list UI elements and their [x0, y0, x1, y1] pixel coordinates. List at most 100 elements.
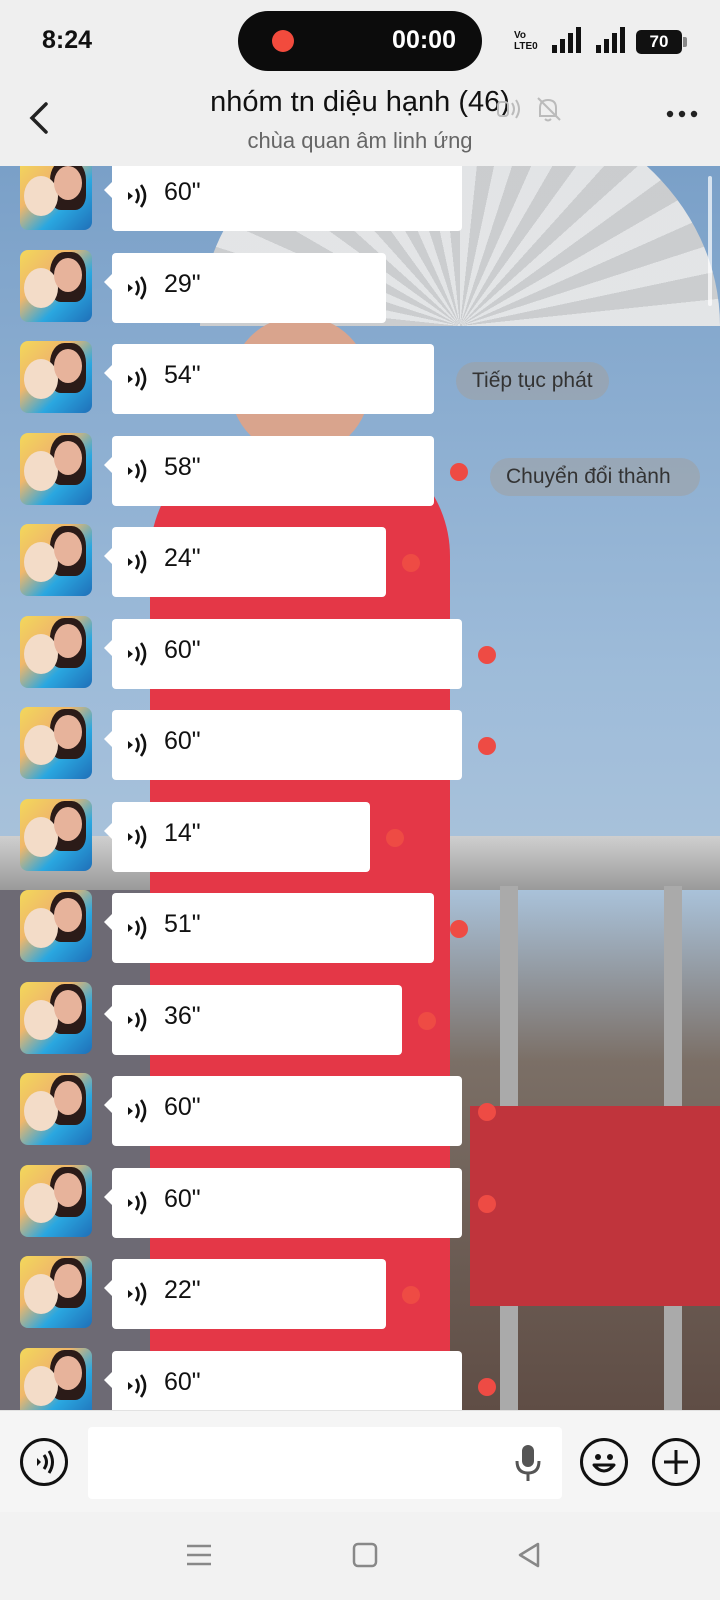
- voice-play-icon: [128, 1007, 147, 1032]
- voice-play-icon: [128, 458, 147, 483]
- recording-dot-icon: [272, 30, 294, 52]
- menu-lines-icon: [187, 1544, 211, 1566]
- voice-message-bubble[interactable]: 54": [104, 344, 434, 414]
- voice-duration: 29": [164, 269, 201, 298]
- more-options-button[interactable]: [664, 96, 700, 141]
- voice-duration: 24": [164, 544, 201, 572]
- chat-header: nhóm tn diệu hạnh (46) chùa quan âm linh…: [0, 82, 720, 166]
- message-input[interactable]: [88, 1427, 562, 1499]
- voice-duration: 36": [164, 1001, 201, 1030]
- voice-message-row: 60": [0, 1346, 720, 1410]
- avatar[interactable]: [20, 615, 92, 688]
- voice-message-row: 60": [0, 1163, 720, 1239]
- voice-wave-icon: [37, 1450, 54, 1474]
- screen-recorder-pill[interactable]: 00:00: [238, 11, 482, 71]
- mute-bell-icon: [537, 97, 561, 122]
- voice-message-bubble[interactable]: 60": [104, 618, 462, 689]
- voice-play-icon: [128, 184, 147, 208]
- voice-play-icon: [128, 916, 147, 940]
- avatar[interactable]: [20, 341, 92, 413]
- voice-message-row: 29": [0, 248, 720, 324]
- voice-duration: 51": [164, 910, 201, 938]
- back-nav-button[interactable]: [514, 1540, 544, 1570]
- group-subtitle: chùa quan âm linh ứng: [247, 128, 473, 153]
- avatar[interactable]: [20, 981, 92, 1054]
- voice-message-bubble[interactable]: 60": [104, 166, 462, 231]
- voice-duration: 22": [164, 1276, 201, 1304]
- voice-message-bubble[interactable]: 60": [104, 1076, 462, 1146]
- more-dots-icon: [666, 110, 698, 118]
- signal-icon: [552, 27, 582, 53]
- voice-message-bubble[interactable]: 51": [104, 893, 434, 963]
- voice-message-row: 22": [0, 1254, 720, 1330]
- voice-message-bubble[interactable]: 14": [104, 801, 370, 872]
- avatar[interactable]: [20, 1073, 92, 1145]
- avatar[interactable]: [20, 1164, 92, 1237]
- voice-message-row: 60": [0, 614, 720, 690]
- unread-dot: [478, 1377, 496, 1396]
- chat-messages-area[interactable]: 60" 29" 54" 58" 24" 60" 60" 14" 51" 36" 60" 60" 22" 6…: [0, 166, 720, 1410]
- unread-dot: [478, 737, 496, 755]
- avatar[interactable]: [20, 249, 92, 322]
- battery-icon: 70: [636, 30, 687, 54]
- emoji-button[interactable]: [580, 1438, 628, 1486]
- group-title[interactable]: nhóm tn diệu hạnh (46): [210, 86, 510, 118]
- avatar[interactable]: [20, 890, 92, 962]
- voice-message-bubble[interactable]: 60": [104, 1167, 462, 1238]
- avatar[interactable]: [20, 166, 92, 230]
- unread-dot: [478, 1194, 496, 1213]
- voice-input-button[interactable]: [20, 1438, 68, 1486]
- voice-message-bubble[interactable]: 24": [104, 527, 386, 597]
- voice-message-row: 60": [0, 166, 720, 232]
- input-bar: [0, 1410, 720, 1512]
- voice-message-row: 24": [0, 522, 720, 598]
- voice-play-icon: [128, 275, 147, 300]
- voice-message-bubble[interactable]: 60": [104, 710, 462, 780]
- voice-message-row: 14": [0, 797, 720, 873]
- voice-message-row: 60": [0, 1071, 720, 1147]
- avatar[interactable]: [20, 1256, 92, 1328]
- voice-message-bubble[interactable]: 29": [104, 252, 386, 323]
- voice-duration: 60": [164, 1367, 201, 1396]
- avatar[interactable]: [20, 432, 92, 505]
- unread-dot: [450, 920, 468, 938]
- system-nav-bar: [0, 1512, 720, 1600]
- voice-message-bubble[interactable]: 60": [104, 1350, 462, 1410]
- unread-dot: [478, 1103, 496, 1121]
- recent-apps-button[interactable]: [184, 1540, 214, 1570]
- unread-dot: [386, 828, 404, 847]
- home-button[interactable]: [350, 1540, 380, 1570]
- unread-dot: [418, 1011, 436, 1030]
- voice-mode-icon: [497, 99, 520, 119]
- convert-to-text-button[interactable]: Chuyển đổi thành văn bản: [490, 458, 700, 496]
- unread-dot: [402, 554, 420, 572]
- voice-duration: 60": [164, 1184, 201, 1213]
- microphone-icon: [515, 1445, 541, 1481]
- avatar[interactable]: [20, 1347, 92, 1410]
- microphone-button[interactable]: [514, 1443, 542, 1483]
- voice-duration: 60": [164, 727, 201, 755]
- continue-play-button[interactable]: Tiếp tục phát: [456, 362, 609, 400]
- status-time: 8:24: [42, 26, 93, 54]
- voice-message-row: 36": [0, 980, 720, 1056]
- voice-play-icon: [128, 1282, 147, 1306]
- plus-icon: [664, 1450, 688, 1474]
- voice-play-icon: [128, 1190, 147, 1215]
- voice-message-bubble[interactable]: 58": [104, 435, 434, 506]
- voice-duration: 60": [164, 635, 201, 664]
- avatar[interactable]: [20, 707, 92, 779]
- voice-message-bubble[interactable]: 22": [104, 1259, 386, 1329]
- unread-dot: [402, 1286, 420, 1304]
- triangle-back-icon: [518, 1542, 540, 1568]
- status-bar: 8:24 00:00 Vo LTE0 70: [0, 0, 720, 82]
- unread-dot: [450, 462, 468, 481]
- avatar[interactable]: [20, 524, 92, 596]
- avatar[interactable]: [20, 798, 92, 871]
- voice-play-icon: [128, 367, 147, 391]
- add-attachment-button[interactable]: [652, 1438, 700, 1486]
- voice-duration: 14": [164, 818, 201, 847]
- unread-dot: [478, 645, 496, 664]
- header-status-icons: [496, 94, 572, 129]
- voice-message-row: 54": [0, 339, 720, 415]
- voice-message-bubble[interactable]: 36": [104, 984, 402, 1055]
